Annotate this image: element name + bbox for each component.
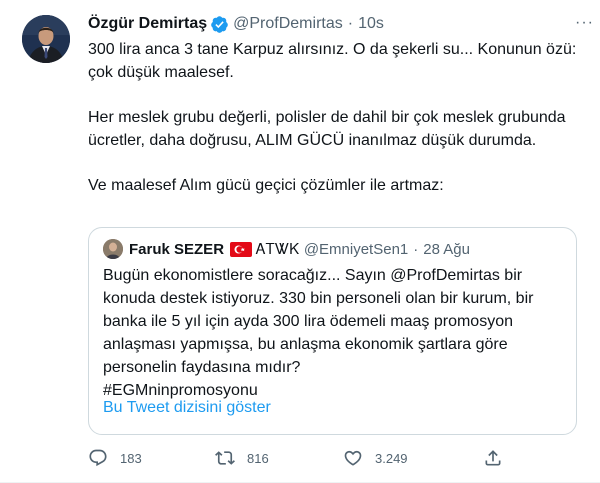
retweet-count: 816	[247, 450, 269, 466]
quoted-text-line: anlaşması yapmışsa, bu anlaşma ekonomik …	[103, 336, 508, 353]
tweet-paragraph: Her meslek grubu değerli, polisler de da…	[88, 109, 566, 149]
quoted-handle: @EmniyetSen1	[303, 240, 409, 258]
share-icon	[485, 450, 501, 466]
quoted-separator: ·	[413, 240, 419, 258]
reply-count: 183	[120, 450, 142, 466]
quoted-text-line: personelin faydasına mıdır?	[103, 359, 301, 376]
quoted-text-line: konuda destek istiyoruz. 330 bin persone…	[103, 290, 534, 307]
show-thread-link[interactable]: Bu Tweet dizisini göster	[103, 399, 271, 417]
tweet-paragraph: Ve maalesef Alım gücü geçici çözümler il…	[88, 177, 444, 194]
quoted-text-line: Bugün ekonomistlere soracağız... Sayın @…	[103, 267, 523, 284]
tweet-time[interactable]: 10s	[358, 15, 384, 33]
quoted-avatar-image	[103, 239, 123, 259]
turkey-flag-icon	[230, 241, 253, 257]
tweet-paragraph: 300 lira anca 3 tane Karpuz alırsınız. O…	[88, 41, 577, 81]
author-avatar[interactable]	[22, 15, 70, 63]
share-button[interactable]	[483, 448, 515, 468]
retweet-icon	[215, 451, 235, 465]
quoted-date: 28 Ağu	[423, 240, 470, 258]
reply-button[interactable]: 183	[88, 448, 142, 468]
quoted-tweet-text: Bugün ekonomistlere soracağız... Sayın @…	[103, 264, 565, 402]
tweet-card[interactable]: Özgür Demirtaş @ProfDemirtas · 10s 300 l…	[0, 0, 600, 483]
author-name[interactable]: Özgür Demirtaş	[88, 15, 207, 33]
header-separator: ·	[347, 15, 354, 32]
quoted-author-avatar	[103, 239, 123, 259]
author-handle[interactable]: @ProfDemirtas	[233, 15, 343, 33]
tweet-actions: 183 816 3.249	[88, 448, 508, 472]
retweet-button[interactable]: 816	[215, 448, 269, 468]
tweet-text: 300 lira anca 3 tane Karpuz alırsınız. O…	[88, 38, 588, 197]
quoted-tweet-header: Faruk SEZER ᎪᎢᏔᏦ @EmniyetSen1 · 28 Ağu	[103, 239, 470, 259]
more-options-icon[interactable]: ···	[575, 14, 594, 32]
author-avatar-image	[22, 15, 70, 63]
quoted-name-extra: ᎪᎢᏔᏦ	[256, 240, 300, 258]
verified-badge-icon	[211, 15, 228, 33]
like-button[interactable]: 3.249	[343, 448, 408, 468]
like-count: 3.249	[375, 450, 408, 466]
quoted-author-name: Faruk SEZER	[129, 240, 225, 258]
quoted-tweet[interactable]: Faruk SEZER ᎪᎢᏔᏦ @EmniyetSen1 · 28 Ağu B…	[88, 227, 577, 435]
tweet-header: Özgür Demirtaş @ProfDemirtas · 10s	[88, 12, 588, 36]
reply-icon	[89, 449, 107, 467]
heart-icon	[344, 450, 362, 466]
quoted-text-line: banka ile 5 yıl için ayda 300 lira ödeme…	[103, 313, 513, 330]
